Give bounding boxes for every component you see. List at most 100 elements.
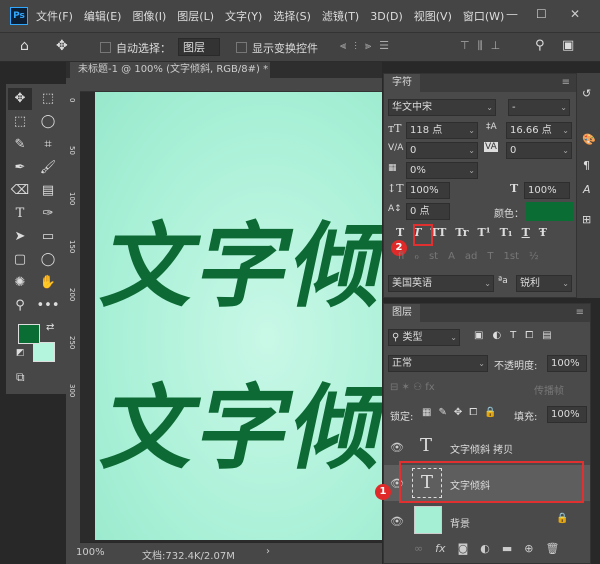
fill-field[interactable]: 100% [547,406,587,423]
ligature-button[interactable]: fi [398,251,404,267]
panel-menu-icon[interactable]: ≡ [562,74,570,92]
antialias-select[interactable]: 锐利 ⌄ [516,275,572,292]
canvas-text-line-2[interactable]: 文字倾 [95,354,382,487]
menu-type[interactable]: 文字(Y) [225,8,262,24]
auto-select-dropdown[interactable]: 图层 [178,38,220,56]
menu-3d[interactable]: 3D(D) [370,10,403,23]
move-tool-icon[interactable]: ✥ [56,38,68,54]
canvas[interactable]: 文字倾 文字倾 [95,92,382,540]
crop-tool-icon[interactable]: ⌗ [36,134,60,156]
menu-edit[interactable]: 编辑(E) [84,8,122,24]
character-tab[interactable]: 字符 [384,74,420,92]
menu-filter[interactable]: 滤镜(T) [322,8,359,24]
font-style-select[interactable]: - ⌄ [508,99,570,116]
artboard-tool-icon[interactable]: ⬚ [36,88,60,110]
lasso-tool-icon[interactable]: ◯ [36,111,60,133]
minimize-button[interactable]: — [506,7,518,21]
new-layer-icon[interactable]: ⊕ [524,542,533,555]
paragraph-icon[interactable]: ¶ [583,159,590,172]
show-transform-checkbox[interactable] [236,40,247,53]
discretionary-ligature-button[interactable]: ℴ [414,251,419,267]
font-size-field[interactable]: 118 点 ⌄ [406,122,478,139]
swap-colors-icon[interactable]: ⇄ [46,322,54,333]
leading-field[interactable]: 16.66 点 ⌄ [506,122,572,139]
baseline-shift-field[interactable]: 0 点 [406,203,450,220]
canvas-text-line-1[interactable]: 文字倾 [95,192,382,325]
home-icon[interactable]: ⌂ [20,38,29,54]
maximize-button[interactable]: ☐ [536,7,547,21]
auto-select-checkbox[interactable] [100,40,111,53]
workspace-icon[interactable]: ▣ [562,38,574,53]
history-icon[interactable]: ↺ [582,87,591,100]
vertical-scale-field[interactable]: 100% [406,182,450,199]
strikethrough-button[interactable]: Ŧ [539,226,547,244]
move-tool-icon[interactable]: ✥ [8,88,32,110]
lock-icons[interactable]: ▦✎✥⧠🔒 [422,407,504,418]
brush-tool-icon[interactable]: 🖌 [36,157,60,179]
background-color-swatch[interactable] [33,342,55,362]
add-mask-icon[interactable]: ◙ [458,542,469,555]
zoom-level[interactable]: 100% [76,547,105,558]
stylistic-alt-button[interactable]: st [429,251,438,267]
layer-filter-icons[interactable]: ▣◐T⧠▤ [474,330,561,341]
fx-icon[interactable]: fx [435,542,445,555]
unify-icons[interactable]: ⊟ ✶ ⚇ fx [390,382,435,393]
foreground-color-swatch[interactable] [18,324,40,344]
text-color-swatch[interactable] [526,202,573,221]
visibility-eye-icon[interactable]: 👁 [390,441,404,454]
rectangle-tool-icon[interactable]: ▭ [36,226,60,248]
custom-shape-icon[interactable]: ✺ [8,272,32,294]
kerning-field[interactable]: 0 ⌄ [406,142,478,159]
eyedropper-tool-icon[interactable]: ✒ [8,157,32,179]
blend-mode-select[interactable]: 正常 ⌄ [388,355,488,372]
swash-button[interactable]: A [448,251,455,267]
path-select-tool-icon[interactable]: ➤ [8,226,32,248]
table-icon[interactable]: ⊞ [582,213,591,226]
eraser-tool-icon[interactable]: ⌫ [8,180,32,202]
underline-button[interactable]: T [522,226,530,244]
screen-mode-icon[interactable]: ⧉ [16,370,25,385]
close-window-button[interactable]: ✕ [570,7,580,21]
quick-select-tool-icon[interactable]: ✎ [8,134,32,156]
status-arrow[interactable]: › [266,546,270,557]
layer-filter-select[interactable]: ⚲ 类型 ⌄ [388,329,460,346]
color-palette-icon[interactable]: 🎨 [582,133,596,146]
propagate-frame[interactable]: 传播帧 [534,382,564,397]
hand-tool-icon[interactable]: ✋ [36,272,60,294]
menu-window[interactable]: 窗口(W) [463,8,504,24]
fractions-button[interactable]: ½ [529,251,539,267]
layer-row[interactable]: 👁 T 文字倾斜 拷贝 [384,429,590,465]
pen-tool-icon[interactable]: ✑ [36,203,60,225]
type-tool-icon[interactable]: T [8,203,32,225]
tsume-field[interactable]: 0% ⌄ [406,162,478,179]
horizontal-scale-field[interactable]: 100% [524,182,570,199]
visibility-eye-icon[interactable]: 👁 [390,515,404,528]
marquee-tool-icon[interactable]: ⬚ [8,111,32,133]
gradient-tool-icon[interactable]: ▤ [36,180,60,202]
ellipse-tool-icon[interactable]: ◯ [36,249,60,271]
layers-tab[interactable]: 图层 [384,304,420,322]
tracking-field[interactable]: 0 ⌄ [506,142,572,159]
superscript-button[interactable]: T¹ [478,226,491,244]
menu-layer[interactable]: 图层(L) [177,8,214,24]
ornaments-button[interactable]: T [487,251,493,267]
glyphs-icon[interactable]: A [583,183,591,196]
menu-image[interactable]: 图像(I) [132,8,166,24]
font-family-select[interactable]: 华文中宋 ⌄ [388,99,496,116]
zoom-tool-icon[interactable]: ⚲ [8,295,32,317]
ordinals-button[interactable]: 1st [504,251,520,267]
group-icon[interactable]: ▬ [502,542,512,555]
default-colors-icon[interactable]: ◩ [16,348,25,358]
layer-row[interactable]: 👁 背景 🔒 [384,503,590,539]
more-tools-icon[interactable]: ••• [36,295,60,317]
opacity-field[interactable]: 100% [547,355,587,372]
language-select[interactable]: 美国英语 ⌄ [388,275,494,292]
search-icon[interactable]: ⚲ [535,38,545,53]
rounded-rect-icon[interactable]: ▢ [8,249,32,271]
titling-button[interactable]: ad [465,251,477,267]
link-layers-icon[interactable]: ∞ [414,542,423,555]
adjustment-layer-icon[interactable]: ◐ [480,542,490,555]
distribute-icons[interactable]: ⊤⫼⊥ [460,39,508,53]
menu-select[interactable]: 选择(S) [273,8,311,24]
panel-menu-icon[interactable]: ≡ [576,304,584,322]
